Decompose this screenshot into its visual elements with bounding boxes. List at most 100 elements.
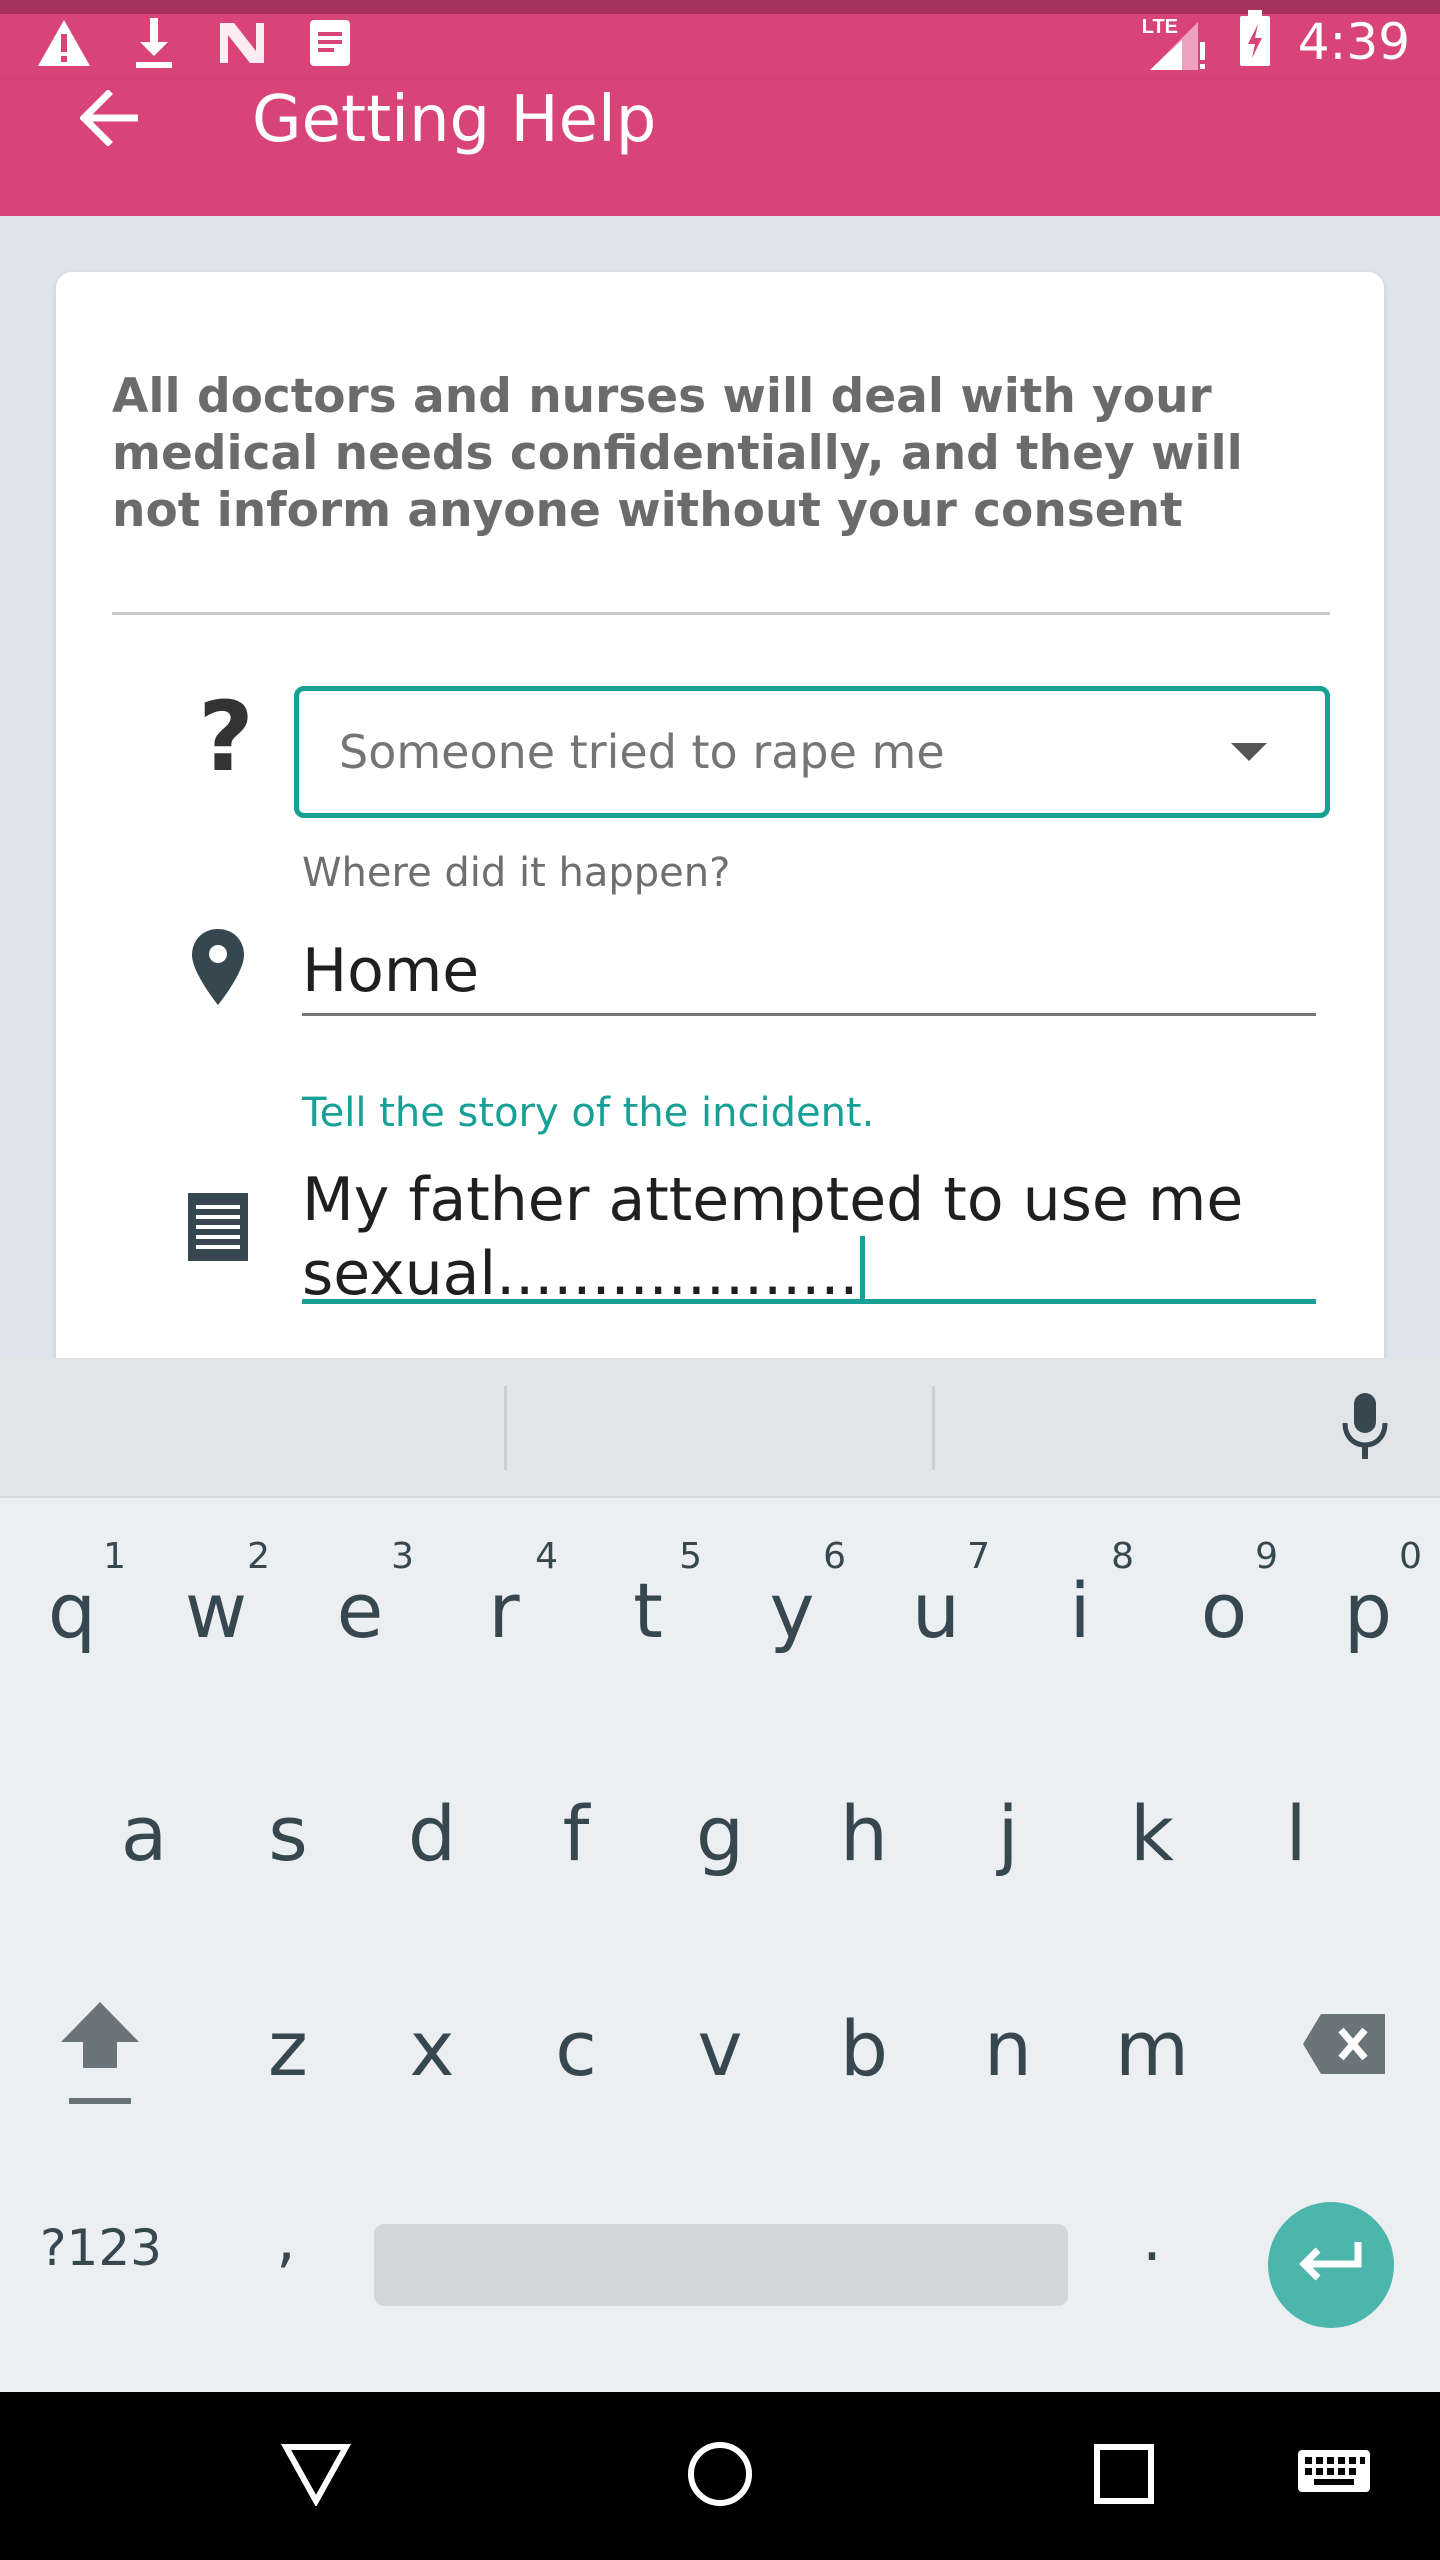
- key-m[interactable]: m: [1080, 1948, 1224, 2148]
- system-status: LTE 4:39: [1142, 10, 1410, 73]
- signal-icon: LTE: [1142, 12, 1212, 72]
- key-number-hint: 0: [1399, 1536, 1422, 1577]
- key-e[interactable]: 3e: [288, 1498, 432, 1698]
- circle-home-icon: [685, 2439, 755, 2514]
- location-input[interactable]: Home: [302, 936, 1316, 1016]
- soft-keyboard: 1q2w3e4r5t6y7u8i9o0p asdfghjkl zxcvbnm ?…: [0, 1358, 1440, 2392]
- key-s[interactable]: s: [216, 1733, 360, 1933]
- mic-button[interactable]: [1320, 1384, 1410, 1474]
- key-letter: p: [1343, 1565, 1393, 1655]
- key-letter: i: [1069, 1565, 1091, 1655]
- key-w[interactable]: 2w: [144, 1498, 288, 1698]
- key-y[interactable]: 6y: [720, 1498, 864, 1698]
- key-number-hint: 2: [247, 1536, 270, 1577]
- document-icon: [168, 1172, 268, 1282]
- key-letter: u: [911, 1565, 961, 1655]
- download-icon: [132, 16, 176, 75]
- back-button[interactable]: [50, 80, 170, 160]
- key-c[interactable]: c: [504, 1948, 648, 2148]
- divider: [112, 612, 1330, 615]
- note-icon: [308, 18, 352, 73]
- key-letter: r: [488, 1565, 520, 1655]
- key-number-hint: 3: [391, 1536, 414, 1577]
- back-nav-button[interactable]: [266, 2426, 366, 2526]
- shift-key[interactable]: [50, 1998, 150, 2128]
- navigation-bar: [0, 2392, 1440, 2560]
- backspace-icon: [1301, 2012, 1387, 2081]
- location-pin-icon: [168, 912, 268, 1022]
- notification-icons: [36, 16, 352, 75]
- page-title: Getting Help: [252, 83, 657, 157]
- key-number-hint: 8: [1111, 1536, 1134, 1577]
- story-text: My father attempted to use me sexual....…: [302, 1165, 1244, 1309]
- key-p[interactable]: 0p: [1296, 1498, 1440, 1698]
- key-r[interactable]: 4r: [432, 1498, 576, 1698]
- key-letter: e: [336, 1565, 384, 1655]
- battery-icon: [1238, 10, 1272, 73]
- arrow-left-icon: [79, 88, 140, 151]
- key-q[interactable]: 1q: [0, 1498, 144, 1698]
- key-x[interactable]: x: [360, 1948, 504, 2148]
- comma-key[interactable]: ,: [246, 2188, 326, 2288]
- key-o[interactable]: 9o: [1152, 1498, 1296, 1698]
- recents-nav-button[interactable]: [1074, 2426, 1174, 2526]
- clock: 4:39: [1297, 12, 1410, 71]
- key-g[interactable]: g: [648, 1733, 792, 1933]
- key-number-hint: 6: [823, 1536, 846, 1577]
- location-label: Where did it happen?: [302, 850, 731, 896]
- key-d[interactable]: d: [360, 1733, 504, 1933]
- period-key[interactable]: .: [1112, 2188, 1192, 2288]
- key-h[interactable]: h: [792, 1733, 936, 1933]
- key-letter: t: [633, 1565, 663, 1655]
- question-icon: ?: [198, 681, 254, 793]
- key-number-hint: 9: [1255, 1536, 1278, 1577]
- content-area: All doctors and nurses will deal with yo…: [0, 216, 1440, 1358]
- incident-type-selected: Someone tried to rape me: [339, 725, 945, 779]
- key-z[interactable]: z: [216, 1948, 360, 2148]
- key-t[interactable]: 5t: [576, 1498, 720, 1698]
- key-f[interactable]: f: [504, 1733, 648, 1933]
- status-bar: LTE 4:39: [0, 0, 1440, 80]
- story-input[interactable]: My father attempted to use me sexual....…: [302, 1164, 1316, 1309]
- key-v[interactable]: v: [648, 1948, 792, 2148]
- incident-type-dropdown[interactable]: Someone tried to rape me: [294, 686, 1330, 818]
- confidentiality-notice: All doctors and nurses will deal with yo…: [112, 369, 1243, 538]
- key-i[interactable]: 8i: [1008, 1498, 1152, 1698]
- enter-key[interactable]: [1268, 2202, 1394, 2328]
- dropdown-arrow-icon: [1231, 743, 1267, 761]
- key-letter: q: [47, 1565, 97, 1655]
- keyboard-icon: [1296, 2448, 1372, 2505]
- key-j[interactable]: j: [936, 1733, 1080, 1933]
- key-n[interactable]: n: [936, 1948, 1080, 2148]
- shift-icon: [55, 1998, 145, 2123]
- suggestion-separator: [932, 1386, 935, 1470]
- suggestion-strip: [0, 1358, 1440, 1498]
- square-recents-icon: [1092, 2442, 1156, 2511]
- keyboard-switch-button[interactable]: [1284, 2426, 1384, 2526]
- key-a[interactable]: a: [72, 1733, 216, 1933]
- space-key[interactable]: [374, 2224, 1068, 2306]
- key-b[interactable]: b: [792, 1948, 936, 2148]
- key-number-hint: 7: [967, 1536, 990, 1577]
- delete-key[interactable]: [1284, 2006, 1404, 2086]
- symbols-key[interactable]: ?123: [40, 2198, 180, 2298]
- key-number-hint: 4: [535, 1536, 558, 1577]
- key-l[interactable]: l: [1224, 1733, 1368, 1933]
- app-bar: Getting Help: [0, 80, 1440, 216]
- key-letter: y: [769, 1565, 815, 1655]
- key-letter: o: [1200, 1565, 1248, 1655]
- key-number-hint: 5: [679, 1536, 702, 1577]
- triangle-back-icon: [280, 2442, 352, 2511]
- help-form-card: All doctors and nurses will deal with yo…: [56, 272, 1384, 1358]
- key-u[interactable]: 7u: [864, 1498, 1008, 1698]
- story-label: Tell the story of the incident.: [302, 1090, 875, 1136]
- key-letter: w: [184, 1565, 248, 1655]
- home-nav-button[interactable]: [670, 2426, 770, 2526]
- n-icon: [216, 19, 268, 72]
- enter-icon: [1296, 2238, 1366, 2293]
- warning-icon: [36, 18, 92, 73]
- key-number-hint: 1: [103, 1536, 126, 1577]
- suggestion-separator: [504, 1386, 507, 1470]
- key-k[interactable]: k: [1080, 1733, 1224, 1933]
- text-cursor: [860, 1236, 866, 1304]
